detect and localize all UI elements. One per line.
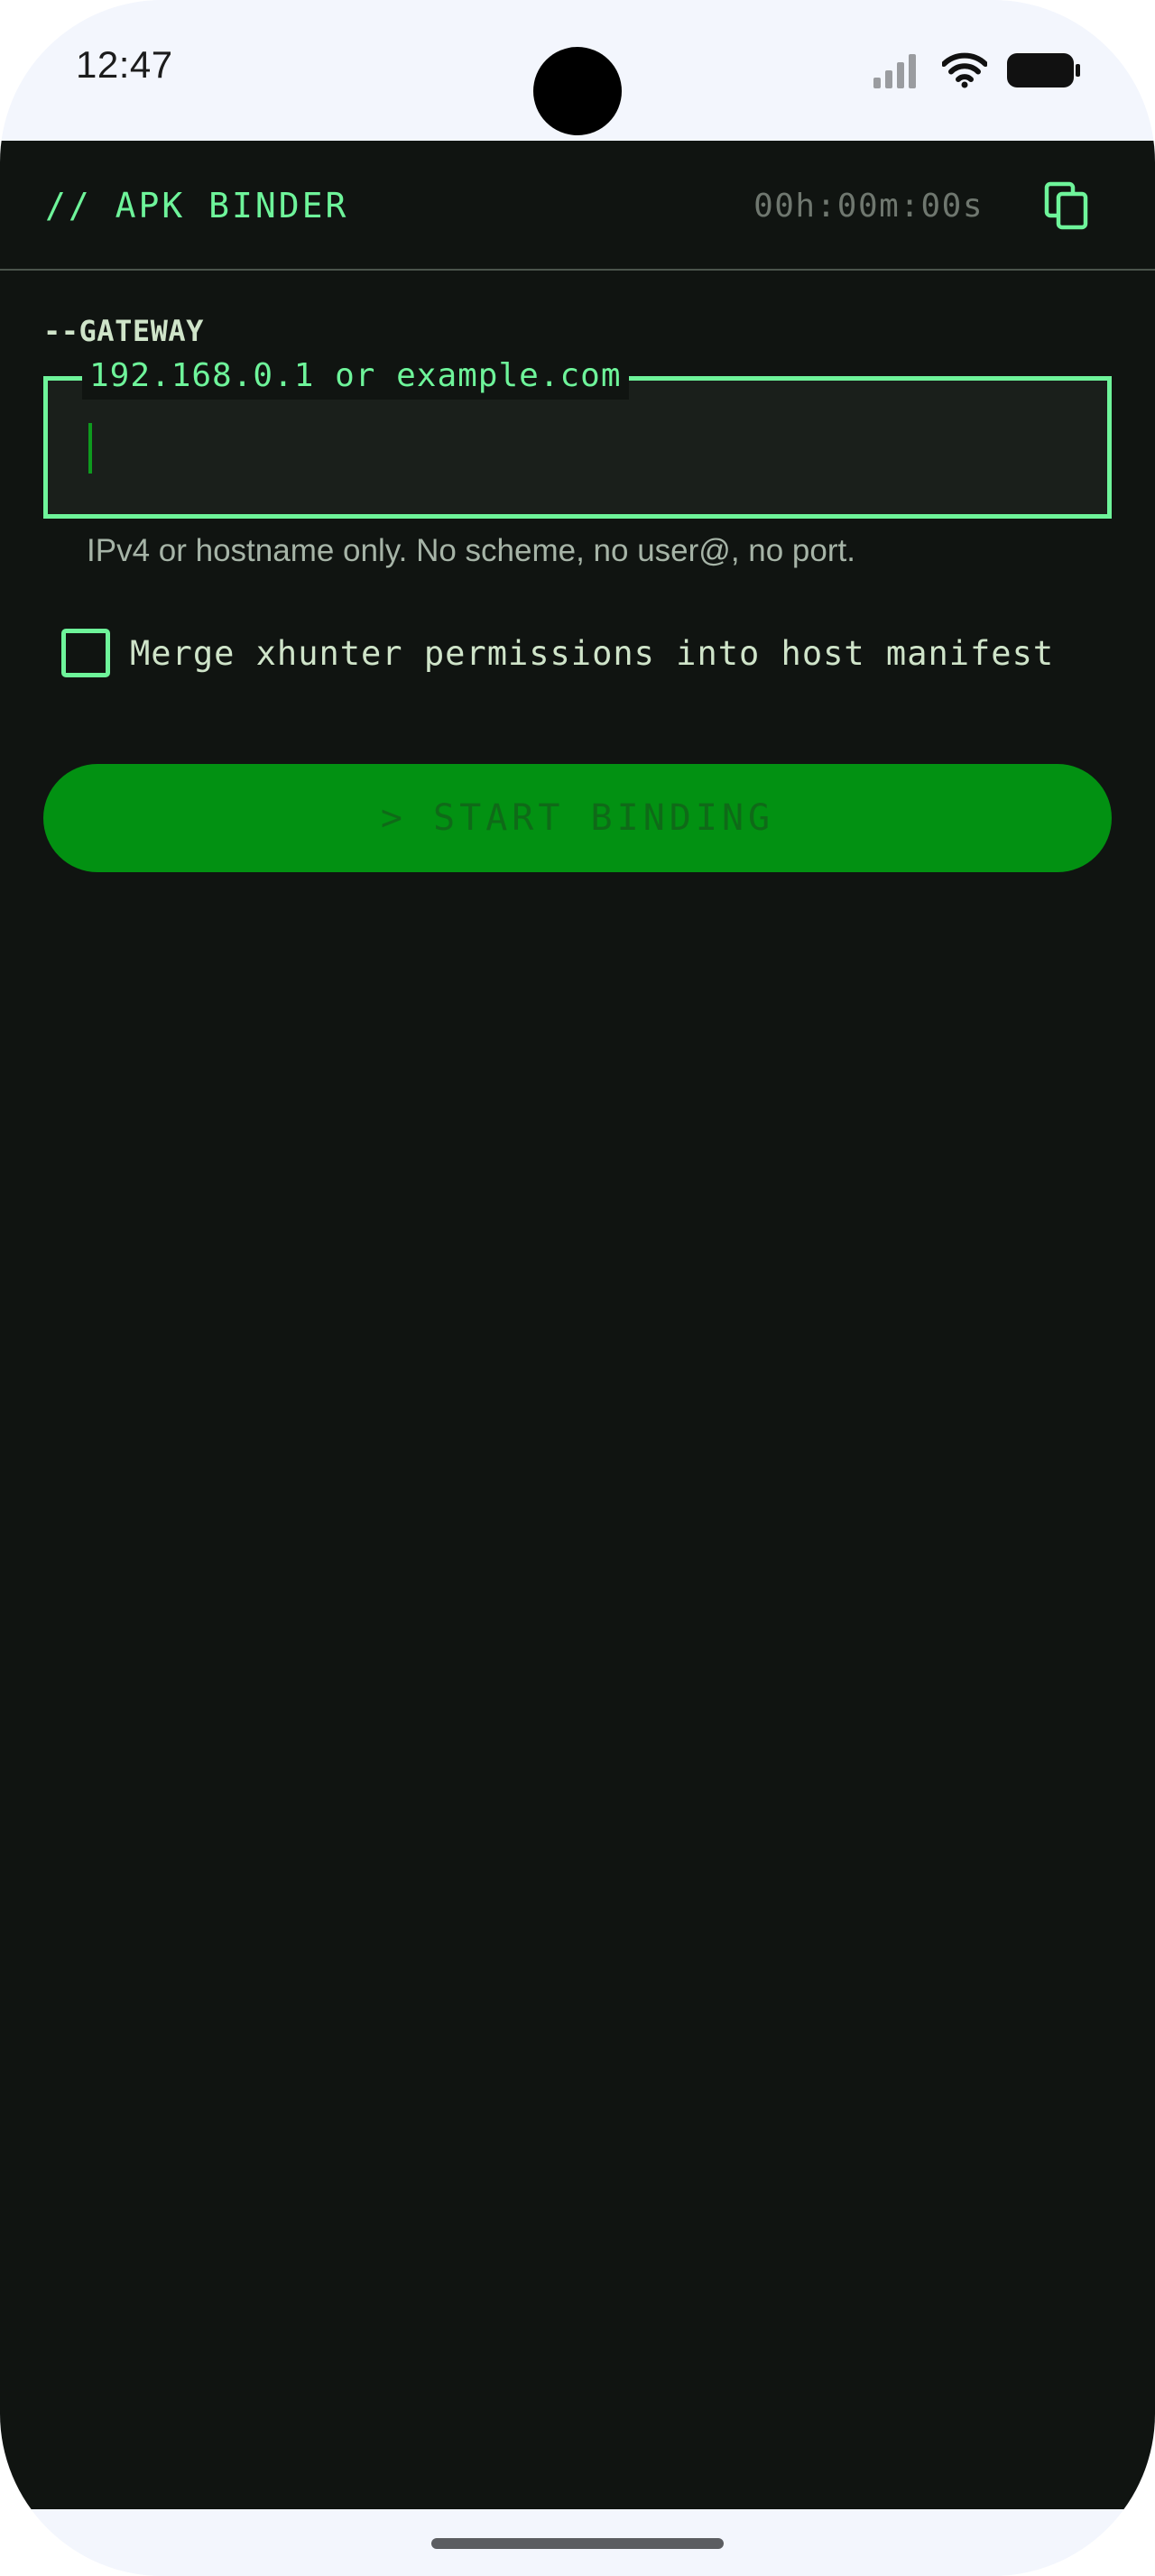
status-time: 12:47 (76, 43, 173, 86)
start-binding-button[interactable]: > START BINDING (43, 764, 1112, 872)
battery-icon (1007, 53, 1080, 87)
gateway-field-placeholder: 192.168.0.1 or example.com (82, 353, 629, 400)
gateway-section-label: --GATEWAY (43, 314, 204, 348)
home-indicator[interactable] (431, 2538, 724, 2549)
camera-cutout (533, 47, 622, 135)
status-bar: 12:47 (0, 0, 1155, 141)
status-icons (872, 49, 1081, 92)
app-screen: // APK BINDER 00h:00m:00s --GATEWAY 192.… (0, 141, 1155, 2509)
cellular-signal-icon (873, 54, 916, 88)
gateway-helper-text: IPv4 or hostname only. No scheme, no use… (87, 533, 855, 568)
merge-permissions-checkbox[interactable] (61, 629, 110, 677)
app-title: // APK BINDER (45, 186, 349, 225)
text-cursor (88, 423, 92, 474)
copy-icon (1044, 181, 1088, 230)
merge-permissions-option[interactable]: Merge xhunter permissions into host mani… (61, 628, 1054, 678)
gateway-field[interactable]: 192.168.0.1 or example.com (43, 353, 1112, 519)
wifi-icon (942, 52, 987, 88)
phone-screen: 12:47 // APK BINDER 00h:00m:00s --GATEWA… (0, 0, 1155, 2576)
copy-button[interactable] (1038, 177, 1095, 235)
merge-permissions-label: Merge xhunter permissions into host mani… (130, 633, 1055, 673)
elapsed-timer: 00h:00m:00s (753, 188, 984, 225)
top-app-bar: // APK BINDER 00h:00m:00s (0, 141, 1155, 271)
navigation-bar (0, 2509, 1155, 2576)
gateway-input[interactable] (84, 413, 1067, 476)
